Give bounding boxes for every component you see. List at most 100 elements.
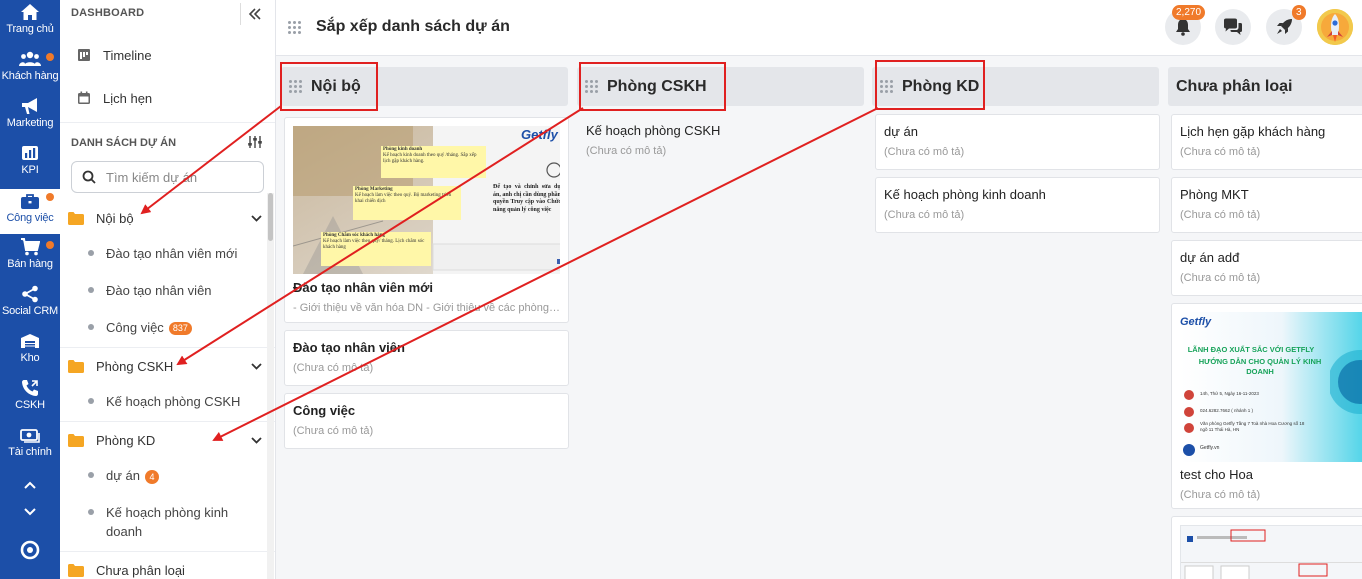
sidebar-group-phong-cskh[interactable]: Phòng CSKH — [68, 353, 264, 379]
sidebar-group-phong-kd[interactable]: Phòng KD — [68, 427, 264, 453]
sidebar-project-item[interactable]: Kế hoạch phòng CSKH — [88, 392, 258, 411]
cover-screenshot-graphic — [1181, 529, 1362, 579]
event-date: 14h, Thứ 5, Ngày 16-11-2023 — [1200, 391, 1259, 396]
note-body: Kế hoạch làm việc theo quý. Bộ marketing… — [355, 193, 452, 204]
rail-item-social-crm[interactable]: Social CRM — [0, 284, 60, 330]
rail-label: Kho — [20, 352, 40, 364]
project-label: Kế hoạch phòng kinh doanh — [106, 505, 229, 539]
lifebuoy-icon — [20, 540, 40, 560]
project-column-phong-kd: Phòng KD dự án (Chưa có mô tả) Kế hoạch … — [872, 67, 1160, 579]
event-info-icons — [1183, 390, 1195, 456]
rail-scroll-down-button[interactable] — [0, 500, 60, 524]
sidebar-project-item[interactable]: Đào tạo nhân viên — [88, 281, 258, 300]
chevron-down-icon — [24, 508, 36, 516]
sidebar-scrollbar[interactable] — [267, 193, 274, 579]
projects-heading: DANH SÁCH DỰ ÁN — [71, 137, 177, 149]
rail-label: Khách hàng — [1, 70, 59, 82]
project-card[interactable]: Công việc (Chưa có mô tả) — [284, 393, 569, 449]
kpi-chart-icon — [19, 143, 41, 163]
avatar-rocket-image — [1317, 9, 1353, 45]
rail-label: Social CRM — [1, 305, 59, 317]
rail-item-tasks[interactable]: Công việc — [0, 189, 60, 234]
folder-icon — [68, 211, 84, 225]
sidebar-group-chua-phan-loai[interactable]: Chưa phân loại — [68, 557, 264, 579]
rail-item-cskh[interactable]: CSKH — [0, 378, 60, 424]
sidebar-project-item[interactable]: Kế hoạch phòng kinh doanh — [88, 503, 238, 541]
card-title: test cho Hoa — [1180, 467, 1253, 482]
card-title: Lịch hẹn gặp khách hàng — [1180, 124, 1326, 139]
project-card[interactable]: Phòng MKT (Chưa có mô tả) — [1171, 177, 1362, 233]
rocket-count-badge: 3 — [1292, 5, 1306, 20]
project-card[interactable]: Kế hoạch phòng CSKH (Chưa có mô tả) — [578, 114, 863, 170]
folder-icon — [68, 563, 84, 577]
notification-dot — [46, 241, 54, 249]
project-card[interactable]: Kế hoạch phòng kinh doanh (Chưa có mô tả… — [875, 177, 1160, 233]
rail-label: Trang chủ — [6, 23, 54, 35]
sidebar-link-calendar[interactable]: Lịch hẹn — [76, 86, 152, 110]
notification-count-badge: 2,270 — [1172, 5, 1206, 20]
rail-item-customers[interactable]: Khách hàng — [0, 49, 60, 95]
sidebar-project-item[interactable]: Đào tạo nhân viên mới — [88, 244, 258, 263]
bullet — [88, 509, 94, 515]
double-chevron-left-icon — [248, 8, 261, 20]
group-label: Nội bộ — [96, 210, 134, 226]
share-icon — [19, 284, 41, 304]
project-card[interactable]: Đào tạo nhân viên (Chưa có mô tả) — [284, 330, 569, 386]
cart-icon — [19, 237, 41, 257]
divider — [60, 551, 275, 552]
sidebar-group-noi-bo[interactable]: Nội bộ — [68, 205, 264, 231]
sidebar-project-item[interactable]: Công việc 837 — [88, 318, 258, 337]
bullet — [88, 250, 94, 256]
sidebar-link-timeline[interactable]: Timeline — [76, 43, 152, 67]
rail-item-kpi[interactable]: KPI — [0, 143, 60, 189]
rail-item-warehouse[interactable]: Kho — [0, 331, 60, 377]
rail-item-sales[interactable]: Bán hàng — [0, 237, 60, 283]
card-description: - Giới thiệu về văn hóa DN - Giới thiệu … — [293, 302, 560, 314]
card-title: Đào tạo nhân viên — [293, 340, 405, 355]
rail-item-marketing[interactable]: Marketing — [0, 96, 60, 142]
notification-dot — [46, 193, 54, 201]
project-card[interactable]: dự án adđ (Chưa có mô tả) — [1171, 240, 1362, 296]
column-header[interactable]: Chưa phân loại — [1168, 67, 1362, 106]
count-badge: 4 — [145, 469, 160, 484]
project-card[interactable] — [1171, 516, 1362, 579]
rail-support-button[interactable] — [0, 538, 60, 562]
rail-label: Bán hàng — [7, 258, 53, 270]
note-title: Phòng Marketing — [355, 187, 393, 192]
filter-settings-button[interactable] — [246, 133, 264, 151]
calendar-icon — [76, 90, 92, 106]
app-rail: Trang chủ Khách hàng Marketing KPI Công … — [0, 0, 60, 579]
rail-item-home[interactable]: Trang chủ — [0, 2, 60, 48]
collapse-sidebar-button[interactable] — [240, 3, 268, 25]
sidebar-project-item[interactable]: dự án 4 — [88, 466, 258, 485]
user-avatar[interactable] — [1317, 9, 1353, 45]
project-card[interactable]: Getfly LÃNH ĐẠO XUẤT SẮC VỚI GETFLY HƯỚN… — [1171, 303, 1362, 509]
project-search-input[interactable] — [106, 169, 256, 185]
scrollbar-thumb[interactable] — [268, 193, 273, 241]
cover-note: Phòng kinh doanh Kế hoạch kinh doanh theo… — [383, 147, 483, 165]
briefcase-icon — [19, 191, 41, 211]
rocket-icon — [1277, 19, 1292, 34]
project-card[interactable]: Getfly Phòng kinh doanh Kế hoạch kinh doa… — [284, 117, 569, 323]
home-icon — [19, 2, 41, 22]
project-card[interactable]: Lịch hẹn gặp khách hàng (Chưa có mô tả) — [1171, 114, 1362, 170]
project-card[interactable]: dự án (Chưa có mô tả) — [875, 114, 1160, 170]
card-title: dự án adđ — [1180, 250, 1240, 265]
chevron-down-icon — [248, 210, 264, 226]
project-sidebar: DASHBOARD Timeline Lịch hẹn DANH SÁCH DỰ… — [60, 0, 276, 579]
sidebar-link-label: Lịch hẹn — [103, 90, 153, 106]
users-icon — [19, 49, 41, 69]
card-title: Phòng MKT — [1180, 187, 1249, 202]
card-description: (Chưa có mô tả) — [1180, 146, 1261, 158]
project-label: Công việc — [106, 320, 164, 335]
bullet — [88, 324, 94, 330]
card-title: Kế hoạch phòng kinh doanh — [884, 187, 1046, 202]
project-search[interactable] — [71, 161, 264, 193]
money-icon — [19, 425, 41, 445]
chat-button[interactable] — [1215, 9, 1251, 45]
rail-scroll-up-button[interactable] — [0, 473, 60, 497]
rail-label: KPI — [21, 164, 39, 176]
card-description: (Chưa có mô tả) — [884, 146, 965, 158]
bullet — [88, 472, 94, 478]
rail-item-finance[interactable]: Tài chính — [0, 425, 60, 471]
